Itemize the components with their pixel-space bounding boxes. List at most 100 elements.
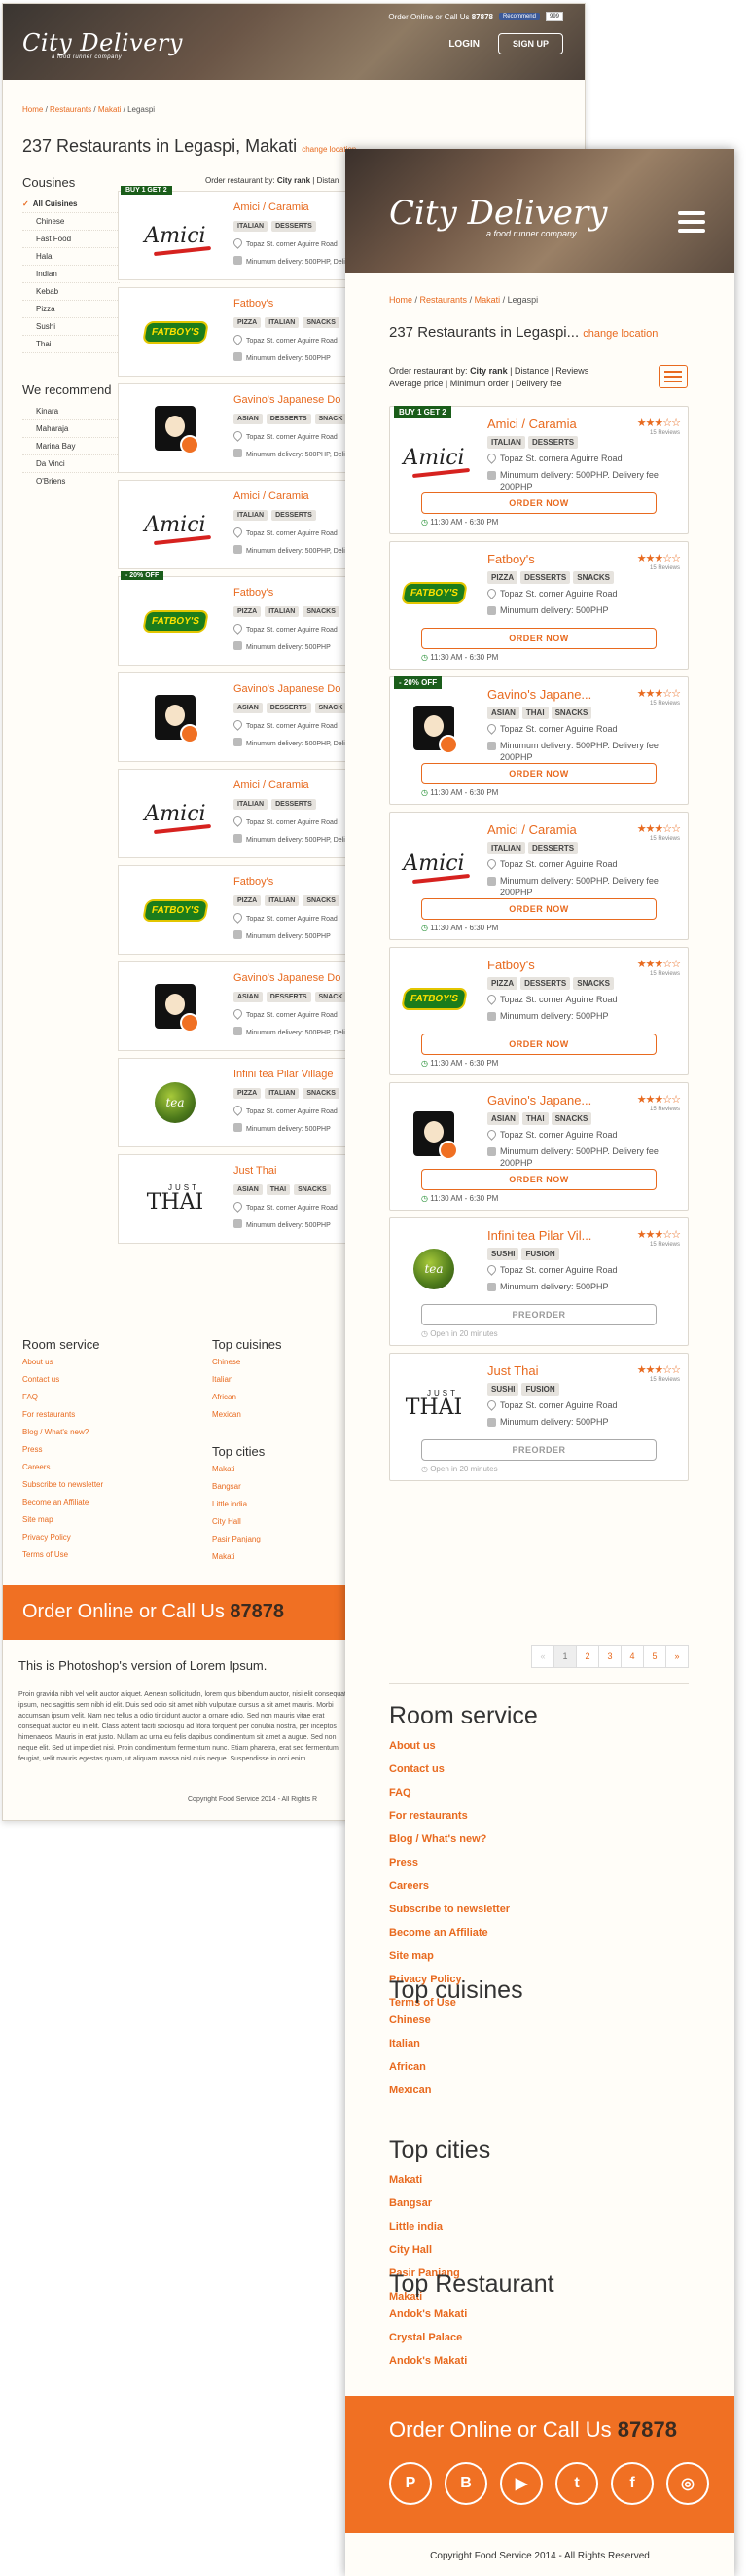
restaurant-logo[interactable]: FATBOY'S <box>400 969 468 1028</box>
footer-link[interactable]: Press <box>389 1857 691 1869</box>
footer-link[interactable]: Mexican <box>212 1410 282 1419</box>
footer-link[interactable]: Bangsar <box>389 2197 691 2209</box>
footer-link[interactable]: Site map <box>22 1515 103 1524</box>
footer-link[interactable]: Crystal Palace <box>389 2332 691 2343</box>
reviews-count[interactable]: 15 Reviews <box>650 430 680 436</box>
cuisine-filter-item[interactable]: Indian <box>22 266 120 283</box>
restaurant-name[interactable]: Gavino's Japane... <box>487 687 591 702</box>
facebook-recommend-button[interactable]: Recommend <box>498 13 540 20</box>
restaurant-logo[interactable]: JUST THAI <box>400 1375 468 1433</box>
restaurant-name[interactable]: Amici / Caramia <box>487 822 577 837</box>
restaurant-name[interactable]: Amici / Caramia <box>233 490 309 502</box>
breadcrumb-item[interactable]: Restaurants <box>50 105 91 114</box>
footer-link[interactable]: Terms of Use <box>22 1550 103 1559</box>
reviews-count[interactable]: 15 Reviews <box>650 836 680 842</box>
footer-link[interactable]: Little india <box>389 2221 691 2232</box>
footer-link[interactable]: Chinese <box>389 2014 691 2026</box>
blogger-icon[interactable]: B <box>445 2462 487 2505</box>
footer-link[interactable]: Subscribe to newsletter <box>389 1904 691 1915</box>
pager-page[interactable]: 5 <box>643 1645 666 1668</box>
pager-page[interactable]: 1 <box>553 1645 577 1668</box>
footer-link[interactable]: Mexican <box>389 2085 691 2096</box>
pager-page[interactable]: 4 <box>621 1645 644 1668</box>
footer-link[interactable]: About us <box>22 1358 103 1366</box>
footer-link[interactable]: For restaurants <box>389 1810 691 1822</box>
restaurant-logo[interactable]: Amici <box>400 834 468 892</box>
restaurant-name[interactable]: Fatboy's <box>487 552 535 566</box>
restaurant-card[interactable]: Amici Amici / Caramia ★★★☆☆ 15 Reviews ITALI… <box>389 812 689 940</box>
restaurant-logo[interactable] <box>126 683 224 751</box>
footer-link[interactable]: City Hall <box>212 1517 265 1526</box>
restaurant-card[interactable]: JUST THAI Just Thai ★★★☆☆ 15 Reviews SUSHI FUS… <box>389 1353 689 1481</box>
footer-link[interactable]: African <box>389 2061 691 2073</box>
footer-link[interactable]: Blog / What's new? <box>22 1428 103 1436</box>
breadcrumb-item[interactable]: Home <box>389 295 412 305</box>
cuisine-filter-item[interactable]: Thai <box>22 336 120 353</box>
reviews-count[interactable]: 15 Reviews <box>650 565 680 571</box>
restaurant-card[interactable]: tea Infini tea Pilar Vil... ★★★☆☆ 15 Review… <box>389 1217 689 1346</box>
restaurant-logo[interactable]: Amici <box>126 780 224 848</box>
restaurant-logo[interactable] <box>126 972 224 1040</box>
mobile-logo[interactable]: City Delivery a food runner company <box>389 194 608 238</box>
restaurant-card[interactable]: FATBOY'S Fatboy's ★★★☆☆ 15 Reviews PIZZA DESS… <box>389 947 689 1075</box>
order-now-button[interactable]: ORDER NOW <box>421 1169 657 1190</box>
breadcrumb-item[interactable]: Home <box>22 105 43 114</box>
cuisine-filter-item[interactable]: Fast Food <box>22 231 120 248</box>
restaurant-logo[interactable] <box>400 699 468 757</box>
footer-link[interactable]: African <box>212 1393 282 1401</box>
footer-link[interactable]: Pasir Panjang <box>212 1535 265 1543</box>
order-now-button[interactable]: ORDER NOW <box>421 628 657 649</box>
footer-link[interactable]: For restaurants <box>22 1410 103 1419</box>
logo[interactable]: City Delivery a food runner company <box>22 29 183 60</box>
restaurant-logo[interactable]: FATBOY'S <box>126 876 224 944</box>
restaurant-logo[interactable]: Amici <box>126 201 224 270</box>
restaurant-name[interactable]: Amici / Caramia <box>487 417 577 431</box>
restaurant-name[interactable]: Fatboy's <box>233 587 273 599</box>
restaurant-name[interactable]: Gavino's Japane... <box>487 1093 591 1107</box>
pager-prev[interactable]: « <box>531 1645 554 1668</box>
pager-page[interactable]: 3 <box>598 1645 622 1668</box>
order-now-button[interactable]: ORDER NOW <box>421 763 657 784</box>
restaurant-logo[interactable]: FATBOY'S <box>126 587 224 655</box>
twitter-icon[interactable]: t <box>555 2462 598 2505</box>
restaurant-name[interactable]: Just Thai <box>233 1165 276 1177</box>
restaurant-name[interactable]: Fatboy's <box>487 958 535 972</box>
order-now-button[interactable]: ORDER NOW <box>421 492 657 514</box>
footer-link[interactable]: Contact us <box>22 1375 103 1384</box>
youtube-icon[interactable]: ▶ <box>500 2462 543 2505</box>
restaurant-name[interactable]: Infini tea Pilar Vil... <box>487 1228 591 1243</box>
reviews-count[interactable]: 15 Reviews <box>650 1242 680 1248</box>
footer-link[interactable]: Contact us <box>389 1763 691 1775</box>
cuisine-filter-item[interactable]: Pizza <box>22 301 120 318</box>
breadcrumb-item[interactable]: Makati <box>475 295 501 305</box>
footer-link[interactable]: About us <box>389 1740 691 1752</box>
mobile-order-by-line2[interactable]: Average price | Minimum order | Delivery… <box>389 379 562 388</box>
footer-link[interactable]: Makati <box>212 1465 265 1473</box>
footer-link[interactable]: FAQ <box>22 1393 103 1401</box>
footer-link[interactable]: Italian <box>389 2038 691 2050</box>
footer-link[interactable]: City Hall <box>389 2244 691 2256</box>
recommend-item[interactable]: Da Vinci <box>22 455 120 473</box>
restaurant-logo[interactable]: JUST THAI <box>126 1165 224 1233</box>
footer-link[interactable]: Andok's Makati <box>389 2355 691 2367</box>
recommend-item[interactable]: Marina Bay <box>22 438 120 455</box>
footer-link[interactable]: Careers <box>22 1463 103 1471</box>
restaurant-logo[interactable]: tea <box>400 1240 468 1298</box>
footer-link[interactable]: Andok's Makati <box>389 2308 691 2320</box>
cuisine-filter-item[interactable]: ✓ All Cuisines <box>22 196 120 213</box>
restaurant-name[interactable]: Gavino's Japanese Do <box>233 972 340 984</box>
footer-link[interactable]: Subscribe to newsletter <box>22 1480 103 1489</box>
restaurant-name[interactable]: Gavino's Japanese Do <box>233 394 340 406</box>
restaurant-name[interactable]: Fatboy's <box>233 298 273 309</box>
restaurant-card[interactable]: BUY 1 GET 2 Amici Amici / Caramia ★★★☆☆ 15 R… <box>389 406 689 534</box>
restaurant-name[interactable]: Gavino's Japanese Do <box>233 683 340 695</box>
restaurant-logo[interactable]: Amici <box>400 428 468 487</box>
restaurant-card[interactable]: FATBOY'S Fatboy's ★★★☆☆ 15 Reviews PIZZA DESS… <box>389 541 689 670</box>
restaurant-card[interactable]: - 20% OFF Gavino's Japane... ★★★☆☆ 15 Revie… <box>389 676 689 805</box>
mobile-change-location-link[interactable]: change location <box>583 328 658 340</box>
restaurant-card[interactable]: Gavino's Japane... ★★★☆☆ 15 Reviews ASIAN TH… <box>389 1082 689 1211</box>
preorder-button[interactable]: PREORDER <box>421 1439 657 1461</box>
restaurant-logo[interactable]: Amici <box>126 490 224 559</box>
footer-link[interactable]: Little india <box>212 1500 265 1508</box>
footer-link[interactable]: Become an Affiliate <box>22 1498 103 1506</box>
